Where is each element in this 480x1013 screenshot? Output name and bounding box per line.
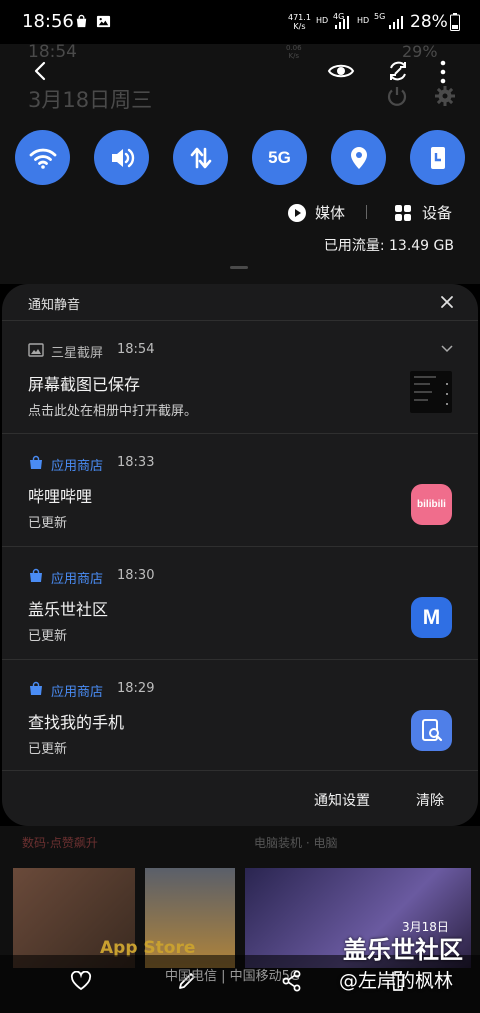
wifi-icon — [29, 148, 56, 169]
media-label: 媒体 — [315, 204, 346, 222]
5g-icon: 5G — [268, 147, 291, 167]
media-button[interactable]: 媒体 — [288, 202, 345, 223]
screenshot-thumbnail — [410, 371, 452, 413]
share-icon[interactable] — [281, 970, 303, 992]
portrait-lock-icon — [430, 146, 445, 169]
clear-button[interactable]: 清除 — [416, 790, 444, 810]
notification-item[interactable]: 应用商店 18:33 哔哩哔哩 已更新 bilibili — [2, 434, 478, 547]
divider — [366, 205, 367, 219]
store-bag-icon — [30, 681, 42, 695]
location-pin-icon — [350, 146, 367, 169]
notification-title: 盖乐世社区 — [28, 600, 109, 619]
notification-title: 屏幕截图已保存 — [28, 375, 141, 394]
notification-title: 哔哩哔哩 — [28, 487, 93, 506]
image-icon — [28, 343, 44, 357]
quick-settings-row: 5G — [0, 130, 480, 186]
chevron-down-icon[interactable] — [441, 345, 453, 353]
status-time: 18:56 — [22, 11, 74, 32]
store-bag-icon — [30, 455, 42, 469]
panel-handle[interactable] — [230, 266, 248, 269]
bilibili-logo-text: bilibili — [417, 499, 446, 510]
notification-text: 已更新 — [28, 742, 68, 757]
card-actions: 通知设置 清除 — [2, 771, 478, 826]
members-app-icon: M — [411, 597, 452, 638]
store-bag-icon — [30, 568, 42, 582]
location-toggle[interactable] — [331, 130, 386, 185]
data-usage: 已用流量: 13.49 GB — [323, 238, 454, 254]
5g-label: 5G — [374, 12, 386, 21]
carrier-text: 中国电信 | 中国移动5G — [165, 969, 300, 984]
mobile-data-toggle[interactable] — [173, 130, 228, 185]
hd-label-1: HD — [316, 16, 329, 25]
image-icon — [96, 15, 111, 28]
notification-time: 18:33 — [117, 455, 155, 470]
orientation-toggle[interactable] — [410, 130, 465, 185]
device-label: 设备 — [422, 204, 453, 222]
sound-toggle[interactable] — [94, 130, 149, 185]
back-icon[interactable] — [30, 60, 52, 82]
notification-app: 应用商店 — [51, 685, 104, 700]
battery-percent: 28% — [410, 12, 448, 32]
card-title: 通知静音 — [28, 298, 81, 313]
notification-app: 三星截屏 — [51, 346, 104, 361]
notification-settings-button[interactable]: 通知设置 — [314, 790, 370, 810]
battery-icon — [450, 13, 460, 31]
bilibili-app-icon: bilibili — [411, 484, 452, 525]
notification-app: 应用商店 — [51, 572, 104, 587]
notification-item[interactable]: 三星截屏 18:54 屏幕截图已保存 点击此处在相册中打开截屏。 — [2, 321, 478, 434]
net-speed-value: 471.1 — [288, 13, 311, 22]
bg-left-label: 数码·点赞飙升 — [22, 836, 98, 850]
notification-time: 18:30 — [117, 568, 155, 583]
notification-text: 已更新 — [28, 516, 68, 531]
watermark-line-1: 盖乐世社区 — [343, 936, 463, 964]
device-button[interactable]: 设备 — [394, 202, 452, 223]
top-bar — [0, 44, 480, 102]
find-my-mobile-app-icon — [411, 710, 452, 751]
signal-icon-1 — [335, 16, 349, 29]
5g-toggle[interactable]: 5G — [252, 130, 307, 185]
notification-item[interactable]: 应用商店 18:29 查找我的手机 已更新 — [2, 660, 478, 771]
wifi-toggle[interactable] — [15, 130, 70, 185]
notification-item[interactable]: 应用商店 18:30 盖乐世社区 已更新 M — [2, 547, 478, 660]
net-speed: 471.1 K/s — [288, 13, 311, 31]
net-speed-unit: K/s — [293, 22, 306, 31]
notification-text: 已更新 — [28, 629, 68, 644]
notification-time: 18:29 — [117, 681, 155, 696]
signal-icon-2 — [389, 16, 403, 29]
notification-card: 通知静音 三星截屏 18:54 屏幕截图已保存 点击此处在相册中打开截屏。 应用… — [2, 284, 478, 826]
sound-icon — [111, 148, 134, 167]
rotate-icon[interactable] — [386, 59, 410, 83]
store-bag-icon — [76, 14, 87, 28]
members-logo-text: M — [422, 605, 441, 629]
notification-title: 查找我的手机 — [28, 713, 125, 732]
close-icon[interactable] — [440, 295, 454, 309]
media-device-row: 媒体 设备 — [0, 200, 480, 226]
notification-time: 18:54 — [117, 342, 155, 357]
more-icon[interactable] — [436, 60, 450, 84]
bg-right-label: 电脑装机 · 电脑 — [254, 836, 338, 850]
heart-icon[interactable] — [70, 971, 92, 991]
grid-icon — [395, 204, 411, 221]
card-header: 通知静音 — [2, 284, 478, 321]
watermark-line-2: @左岸的枫林 — [339, 970, 454, 992]
eye-icon[interactable] — [327, 60, 355, 82]
status-bar: 18:56 471.1 K/s HD 4G HD 5G 28% — [0, 0, 480, 44]
play-icon — [288, 203, 306, 222]
notification-app: 应用商店 — [51, 459, 104, 474]
notification-text: 点击此处在相册中打开截屏。 — [28, 404, 198, 419]
hd-label-2: HD — [357, 16, 370, 25]
data-arrows-icon — [190, 147, 211, 168]
find-phone-icon — [422, 719, 443, 742]
